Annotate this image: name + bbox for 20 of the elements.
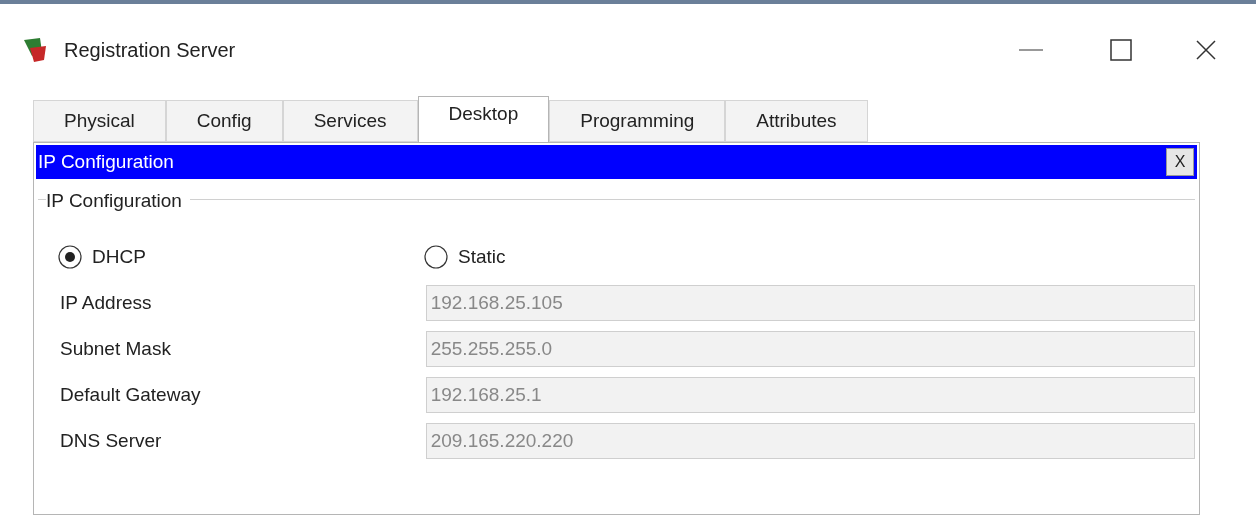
radio-option[interactable]: DHCP [38,242,424,272]
maximize-icon [1110,39,1132,61]
tab[interactable]: Services [282,100,418,142]
radio-button[interactable] [58,245,82,269]
tab[interactable]: Config [165,100,283,142]
tab[interactable]: Desktop [417,96,550,142]
field-label: IP Address [59,290,153,315]
tab[interactable]: Attributes [725,100,868,142]
tab[interactable]: Programming [549,100,726,142]
radio-button[interactable] [424,245,448,269]
app-close-button[interactable]: X [1166,148,1194,176]
tab[interactable]: Physical [33,100,166,142]
window-title: Registration Server [64,38,236,63]
field-label: DNS Server [59,428,163,453]
radio-option[interactable]: Static [424,242,506,272]
app-title: IP Configuration [37,149,174,174]
minimize-icon [1019,49,1043,51]
field-label: Subnet Mask [59,336,172,361]
close-icon [1195,39,1217,61]
field-label: Default Gateway [59,382,202,407]
